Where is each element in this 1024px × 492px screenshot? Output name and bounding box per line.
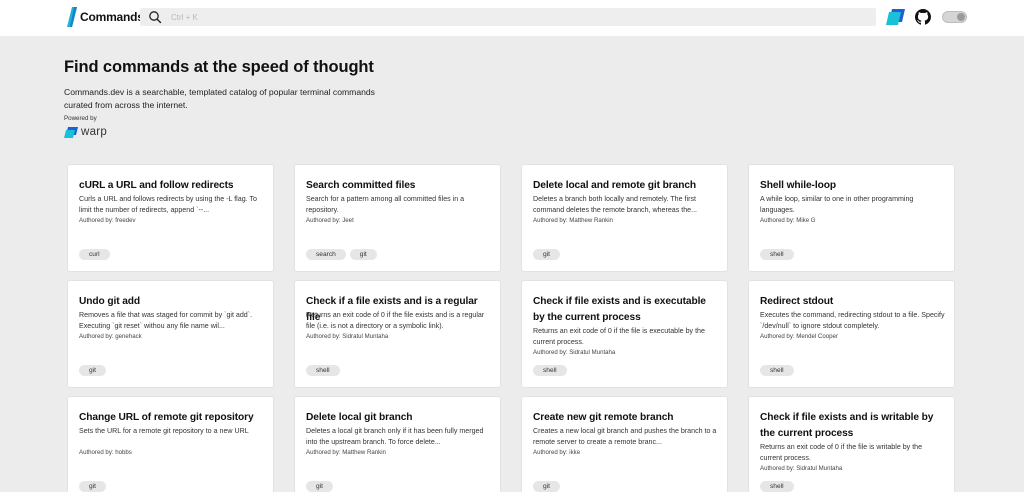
card-tags: git <box>306 481 333 492</box>
card-tags: curl <box>79 249 110 260</box>
card-title[interactable]: Check if file exists and is executable b… <box>533 294 719 325</box>
powered-by-label: Powered by <box>64 115 97 122</box>
tag-chip[interactable]: shell <box>533 365 567 376</box>
command-card[interactable]: Check if file exists and is writable by … <box>749 397 954 492</box>
command-card[interactable]: Create new git remote branch Creates a ne… <box>522 397 727 492</box>
card-title[interactable]: Create new git remote branch <box>533 410 719 426</box>
warp-logo-icon <box>64 126 78 138</box>
page-title: Find commands at the speed of thought <box>64 58 374 76</box>
card-title[interactable]: Delete local and remote git branch <box>533 178 719 194</box>
card-title[interactable]: Search committed files <box>306 178 492 194</box>
card-title[interactable]: Delete local git branch <box>306 410 492 426</box>
card-title[interactable]: Shell while-loop <box>760 178 946 194</box>
command-card[interactable]: cURL a URL and follow redirects Curls a U… <box>68 165 273 271</box>
card-author: Authored by: Sidratul Muntaha <box>533 349 616 356</box>
card-description: Returns an exit code of 0 if the file ex… <box>306 311 485 330</box>
github-icon[interactable] <box>915 9 931 25</box>
card-tags: shell <box>760 249 794 260</box>
tag-chip[interactable]: shell <box>760 365 794 376</box>
command-card[interactable]: Change URL of remote git repository Sets … <box>68 397 273 492</box>
tag-chip[interactable]: shell <box>306 365 340 376</box>
card-author: Authored by: Matthew Rankin <box>533 217 613 224</box>
command-card[interactable]: Undo git add Removes a file that was stag… <box>68 281 273 387</box>
warp-icon[interactable] <box>886 9 905 25</box>
card-tags: git <box>533 481 560 492</box>
card-tags: shell <box>533 365 567 376</box>
card-tags: git <box>533 249 560 260</box>
card-author: Authored by: Sidratul Muntaha <box>306 333 389 340</box>
card-description: Removes a file that was staged for commi… <box>79 311 253 330</box>
card-title[interactable]: Redirect stdout <box>760 294 946 310</box>
card-description: Executes the command, redirecting stdout… <box>760 311 945 330</box>
command-card[interactable]: Redirect stdout Executes the command, red… <box>749 281 954 387</box>
card-description: Curls a URL and follows redirects by usi… <box>79 195 257 214</box>
card-tags: shell <box>306 365 340 376</box>
warp-logo-text: warp <box>81 126 108 138</box>
command-card[interactable]: Check if a file exists and is a regular … <box>295 281 500 387</box>
search-bar[interactable] <box>140 8 876 26</box>
tag-chip[interactable]: curl <box>79 249 110 260</box>
card-title[interactable]: Undo git add <box>79 294 265 310</box>
card-description: Deletes a branch both locally and remote… <box>533 195 698 214</box>
card-tags: git <box>79 481 106 492</box>
tag-chip[interactable]: git <box>306 481 333 492</box>
search-icon <box>148 10 162 24</box>
card-description: Sets the URL for a remote git repository… <box>79 427 249 435</box>
toggle-knob <box>957 13 965 21</box>
card-author: Authored by: Mendel Cooper <box>760 333 838 340</box>
card-author: Authored by: Mike G <box>760 217 816 224</box>
card-description: A while loop, similar to one in other pr… <box>760 195 914 214</box>
card-tags: git <box>79 365 106 376</box>
card-title[interactable]: Change URL of remote git repository <box>79 410 265 426</box>
card-description: Returns an exit code of 0 if the file is… <box>760 443 923 462</box>
card-tags: shell <box>760 481 794 492</box>
card-author: Authored by: Sidratul Muntaha <box>760 465 843 472</box>
card-author: Authored by: freedev <box>79 217 136 224</box>
card-tags: search git <box>306 249 377 260</box>
search-input[interactable] <box>171 12 851 22</box>
commands-logo[interactable]: Commands <box>67 7 144 27</box>
tag-chip[interactable]: git <box>533 481 560 492</box>
tag-chip[interactable]: git <box>349 249 377 260</box>
command-card[interactable]: Check if file exists and is executable b… <box>522 281 727 387</box>
app-title: Commands <box>80 10 144 24</box>
command-card[interactable]: Delete local and remote git branch Delete… <box>522 165 727 271</box>
card-description: Search for a pattern among all committed… <box>306 195 465 214</box>
tag-chip[interactable]: git <box>533 249 560 260</box>
card-author: Authored by: Matthew Rankin <box>306 449 386 456</box>
command-card[interactable]: Search committed files Search for a patte… <box>295 165 500 271</box>
card-author: Authored by: hobbs <box>79 449 132 456</box>
card-title[interactable]: Check if file exists and is writable by … <box>760 410 946 441</box>
tag-chip[interactable]: git <box>79 481 106 492</box>
tag-chip[interactable]: git <box>79 365 106 376</box>
card-title[interactable]: cURL a URL and follow redirects <box>79 178 265 194</box>
top-bar: Commands <box>0 0 1024 36</box>
warp-logo-link[interactable]: warp <box>64 126 107 138</box>
command-card[interactable]: Shell while-loop A while loop, similar to… <box>749 165 954 271</box>
card-description: Creates a new local git branch and pushe… <box>533 427 717 446</box>
logo-slash-icon <box>67 7 77 27</box>
card-author: Authored by: ikke <box>533 449 581 456</box>
card-author: Authored by: genehack <box>79 333 142 340</box>
tag-chip[interactable]: search <box>306 249 346 260</box>
theme-toggle[interactable] <box>942 11 967 23</box>
page-description: Commands.dev is a searchable, templated … <box>64 87 375 110</box>
card-tags: shell <box>760 365 794 376</box>
card-description: Returns an exit code of 0 if the file is… <box>533 327 705 346</box>
tag-chip[interactable]: shell <box>760 481 794 492</box>
card-author: Authored by: Jeet <box>306 217 354 224</box>
command-card[interactable]: Delete local git branch Deletes a local g… <box>295 397 500 492</box>
tag-chip[interactable]: shell <box>760 249 794 260</box>
card-description: Deletes a local git branch only if it ha… <box>306 427 484 446</box>
